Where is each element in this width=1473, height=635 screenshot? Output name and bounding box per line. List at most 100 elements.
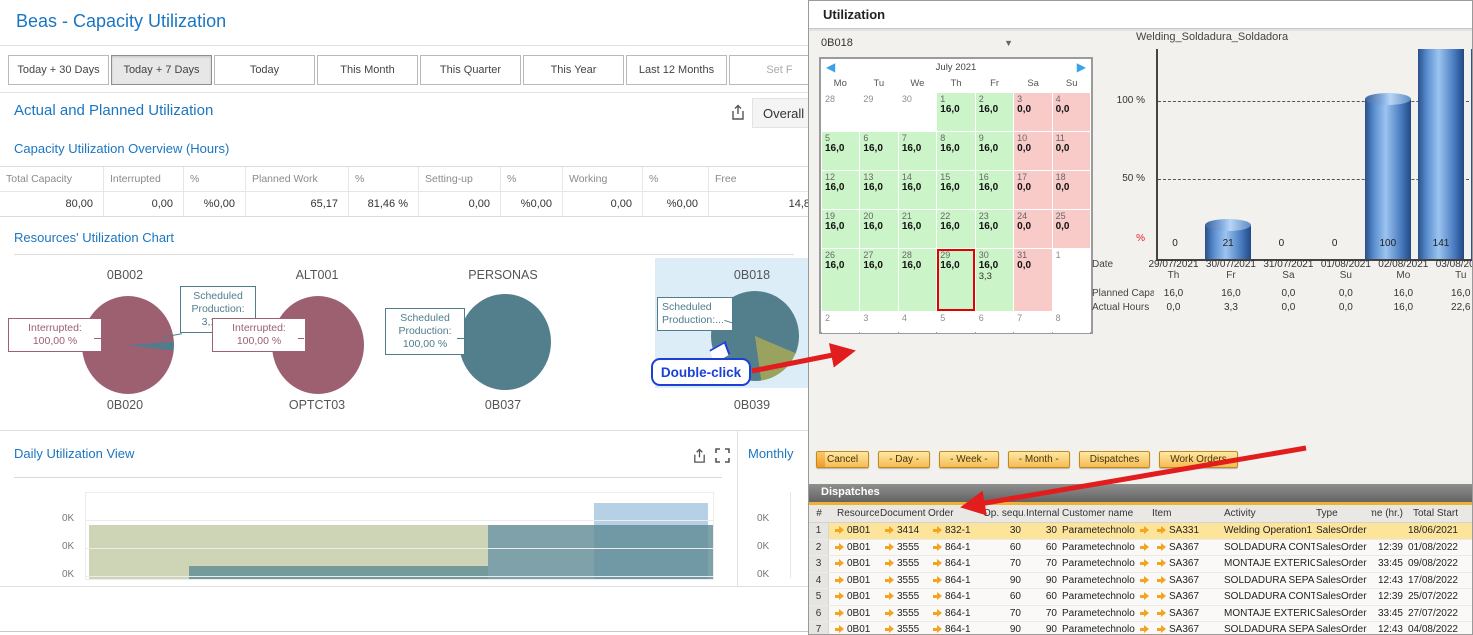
column-header[interactable]: # [809,505,829,522]
window-button[interactable]: - Day - [878,451,930,468]
dispatch-row[interactable]: 5 0B01 3555 864-1 60 60 Parametechnolo S… [809,589,1473,606]
calendar-day-cell[interactable]: 16 16,0 [976,171,1013,209]
date-range-button[interactable]: Today + 7 Days [111,55,212,85]
calendar-day-cell[interactable]: 15 16,0 [937,171,974,209]
link-arrow-icon[interactable] [1156,559,1167,568]
calendar-day-cell[interactable]: 2 16,0 [976,93,1013,131]
window-button[interactable]: Dispatches [1079,451,1150,468]
dispatch-row[interactable]: 7 0B01 3555 864-1 90 90 Parametechnolo S… [809,622,1473,635]
calendar-day-cell[interactable]: 5 [937,312,974,333]
calendar-day-cell[interactable]: 9 16,0 [976,132,1013,170]
link-arrow-icon[interactable] [1139,576,1150,585]
link-arrow-icon[interactable] [834,625,845,634]
calendar-day-cell[interactable]: 30 16,0 3,3 [976,249,1013,311]
daily-utilization-chart[interactable] [85,492,714,580]
calendar-day-cell[interactable]: 23 16,0 [976,210,1013,248]
column-header[interactable]: Document [879,508,927,519]
dispatch-row[interactable]: 4 0B01 3555 864-1 90 90 Parametechnolo S… [809,573,1473,590]
calendar-day-cell[interactable]: 12 16,0 [822,171,859,209]
export-icon[interactable] [692,448,707,469]
link-arrow-icon[interactable] [932,576,943,585]
window-titlebar[interactable] [809,1,1472,29]
calendar-day-cell[interactable]: 28 [822,93,859,131]
link-arrow-icon[interactable] [1156,625,1167,634]
calendar-day-cell[interactable]: 21 16,0 [899,210,936,248]
calendar-day-cell[interactable]: 30 [899,93,936,131]
link-arrow-icon[interactable] [834,609,845,618]
calendar-day-cell[interactable]: 7 16,0 [899,132,936,170]
pie-chart-PERSONAS[interactable] [459,294,551,390]
link-arrow-icon[interactable] [932,559,943,568]
dispatch-row[interactable]: 3 0B01 3555 864-1 70 70 Parametechnolo S… [809,556,1473,573]
column-header[interactable]: Resource [829,508,879,519]
link-arrow-icon[interactable] [834,559,845,568]
link-arrow-icon[interactable] [932,526,943,535]
calendar-day-cell[interactable]: 6 [976,312,1013,333]
link-arrow-icon[interactable] [834,543,845,552]
link-arrow-icon[interactable] [884,592,895,601]
link-arrow-icon[interactable] [932,625,943,634]
link-arrow-icon[interactable] [932,543,943,552]
calendar-day-cell[interactable]: 19 16,0 [822,210,859,248]
calendar-day-cell[interactable]: 13 16,0 [860,171,897,209]
calendar-day-cell[interactable]: 4 0,0 [1053,93,1090,131]
link-arrow-icon[interactable] [884,609,895,618]
calendar-next-icon[interactable]: ▶ [1077,60,1086,74]
calendar-day-cell[interactable]: 6 16,0 [860,132,897,170]
window-button[interactable]: Cancel [816,451,869,468]
column-header[interactable]: Time (hr.) [1371,508,1407,519]
calendar-day-cell[interactable]: 29 16,0 [937,249,974,311]
link-arrow-icon[interactable] [932,609,943,618]
date-range-button[interactable]: Today [214,55,315,85]
resource-dropdown[interactable]: 0B018 ▼ [821,34,1013,52]
link-arrow-icon[interactable] [884,625,895,634]
link-arrow-icon[interactable] [932,592,943,601]
calendar-day-cell[interactable]: 28 16,0 [899,249,936,311]
calendar-day-cell[interactable]: 20 16,0 [860,210,897,248]
link-arrow-icon[interactable] [1139,559,1150,568]
utilization-bar-chart[interactable]: 02100100141 [1156,49,1473,261]
link-arrow-icon[interactable] [1139,609,1150,618]
link-arrow-icon[interactable] [834,592,845,601]
link-arrow-icon[interactable] [1156,592,1167,601]
calendar-day-cell[interactable]: 1 [1053,249,1090,311]
calendar-day-cell[interactable]: 17 0,0 [1014,171,1051,209]
calendar-day-cell[interactable]: 2 [822,312,859,333]
link-arrow-icon[interactable] [1156,609,1167,618]
calendar-day-cell[interactable]: 8 16,0 [937,132,974,170]
date-range-button[interactable]: This Year [523,55,624,85]
link-arrow-icon[interactable] [1156,526,1167,535]
column-header[interactable]: Customer name [1061,508,1151,519]
calendar-day-cell[interactable]: 10 0,0 [1014,132,1051,170]
link-arrow-icon[interactable] [834,526,845,535]
calendar-day-cell[interactable]: 29 [860,93,897,131]
column-header[interactable]: Total Start [1407,508,1462,519]
calendar-day-cell[interactable]: 7 [1014,312,1051,333]
date-range-button[interactable]: Last 12 Months [626,55,727,85]
column-header[interactable]: Item [1151,508,1223,519]
calendar-day-cell[interactable]: 1 16,0 [937,93,974,131]
window-button[interactable]: - Month - [1008,451,1070,468]
link-arrow-icon[interactable] [884,559,895,568]
link-arrow-icon[interactable] [884,526,895,535]
link-arrow-icon[interactable] [1139,543,1150,552]
calendar-day-cell[interactable]: 18 0,0 [1053,171,1090,209]
calendar-day-cell[interactable]: 4 [899,312,936,333]
calendar-day-cell[interactable]: 31 0,0 [1014,249,1051,311]
column-header[interactable]: Op. sequ.. [977,508,1025,519]
column-header[interactable]: Type [1315,508,1371,519]
column-header[interactable]: Internal [1025,508,1061,519]
calendar-day-cell[interactable]: 14 16,0 [899,171,936,209]
calendar-day-cell[interactable]: 22 16,0 [937,210,974,248]
calendar-day-cell[interactable]: 26 16,0 [822,249,859,311]
window-button[interactable]: - Week - [939,451,999,468]
link-arrow-icon[interactable] [1139,526,1150,535]
date-range-button[interactable]: Today + 30 Days [8,55,109,85]
column-header[interactable]: Activity [1223,508,1315,519]
calendar-day-cell[interactable]: 3 0,0 [1014,93,1051,131]
dispatch-row[interactable]: 6 0B01 3555 864-1 70 70 Parametechnolo S… [809,606,1473,623]
window-button[interactable]: Work Orders [1159,451,1238,468]
link-arrow-icon[interactable] [1156,543,1167,552]
calendar-day-cell[interactable]: 24 0,0 [1014,210,1051,248]
link-arrow-icon[interactable] [1139,625,1150,634]
